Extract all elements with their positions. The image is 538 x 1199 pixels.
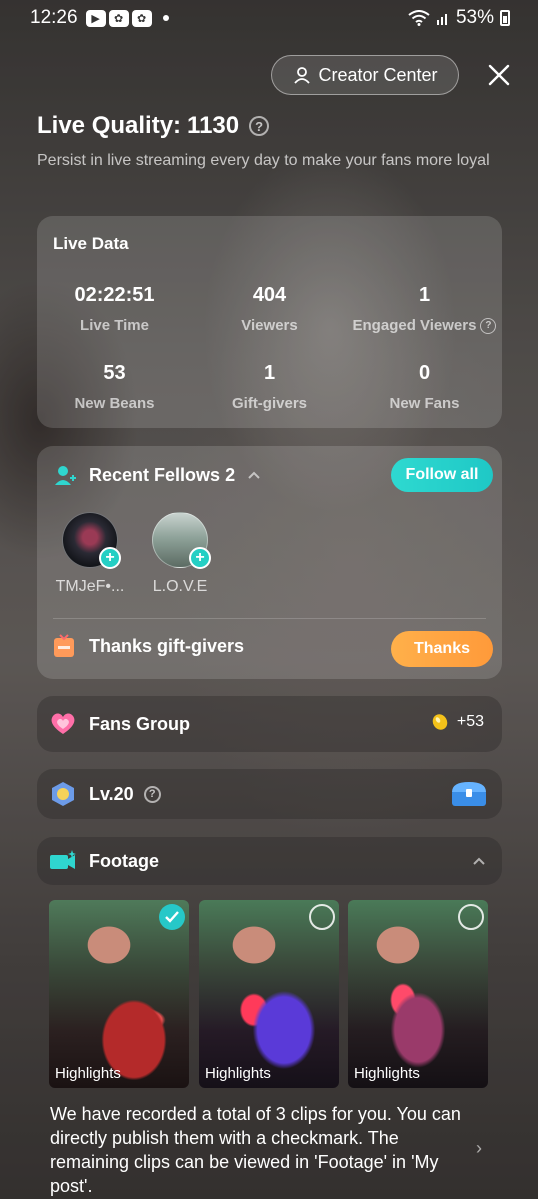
clip-thumbnail[interactable]: Highlights — [199, 900, 339, 1088]
signal-icon — [436, 14, 447, 25]
follow-plus-icon[interactable]: + — [189, 547, 211, 569]
divider — [53, 618, 486, 619]
status-bar: 12:26 ▶ ✿ ✿ 53% — [0, 0, 538, 36]
creator-center-button[interactable]: Creator Center — [271, 55, 459, 95]
follow-all-button[interactable]: Follow all — [391, 458, 493, 492]
stat-viewers: 404 Viewers — [241, 284, 298, 334]
stat-gift-givers: 1 Gift-givers — [231, 362, 307, 412]
fans-group-beans: +53 — [431, 713, 484, 731]
recent-fellows-label: Recent Fellows — [89, 464, 221, 485]
footage-clips: Highlights Highlights Highlights — [49, 900, 489, 1088]
clip-caption: Highlights — [354, 1065, 420, 1082]
fans-group-row[interactable]: Fans Group +53 — [37, 696, 502, 752]
recent-fellows-count: 2 — [225, 464, 236, 485]
battery-icon — [500, 10, 510, 26]
wifi-icon — [408, 10, 430, 26]
stat-engaged-viewers: 1 Engaged Viewers? — [347, 284, 502, 334]
video-camera-icon — [49, 847, 77, 875]
follow-plus-icon[interactable]: + — [99, 547, 121, 569]
chevron-up-icon[interactable] — [472, 856, 486, 866]
footage-note[interactable]: We have recorded a total of 3 clips for … — [50, 1102, 480, 1198]
status-time: 12:26 — [30, 7, 78, 28]
app-icon: ✿ — [108, 9, 129, 27]
live-quality-label: Live Quality: — [37, 112, 182, 139]
notification-dot-icon — [162, 15, 169, 21]
bean-coin-icon — [432, 714, 448, 730]
fans-group-label: Fans Group — [89, 713, 191, 734]
chevron-up-icon — [248, 471, 260, 479]
help-icon[interactable]: ? — [480, 317, 497, 334]
avatar[interactable]: + — [62, 512, 121, 569]
fans-heart-icon — [49, 710, 77, 738]
fellow-item[interactable]: + TMJeF•... — [50, 512, 130, 596]
recent-fellows-card: Recent Fellows 2 Follow all + TMJeF•... … — [37, 446, 502, 679]
stat-new-beans: 53 New Beans — [74, 362, 155, 412]
footage-label: Footage — [89, 850, 159, 871]
thanks-gift-givers-row: Thanks gift-givers — [53, 634, 244, 658]
help-icon[interactable]: ? — [143, 785, 161, 803]
headset-user-icon — [294, 67, 311, 84]
gift-card-icon — [54, 634, 74, 657]
level-row[interactable]: Lv.20 ? — [37, 769, 502, 819]
user-add-icon — [55, 466, 76, 485]
selected-check-icon[interactable] — [159, 904, 185, 930]
page-title: Live Quality: 1130 ? — [37, 112, 270, 140]
recent-fellows-header[interactable]: Recent Fellows 2 — [53, 463, 261, 487]
clip-thumbnail[interactable]: Highlights — [348, 900, 488, 1088]
stat-new-fans: 0 New Fans — [389, 362, 460, 412]
youtube-icon: ▶ — [85, 9, 106, 27]
unselected-circle-icon[interactable] — [309, 904, 335, 930]
creator-center-label: Creator Center — [318, 64, 438, 85]
battery-percent: 53% — [455, 7, 494, 28]
treasure-chest-icon[interactable] — [450, 780, 488, 808]
thanks-button[interactable]: Thanks — [391, 631, 493, 667]
stat-live-time: 02:22:51 Live Time — [74, 284, 155, 334]
clip-thumbnail[interactable]: Highlights — [49, 900, 189, 1088]
live-data-card: Live Data 02:22:51 Live Time 404 Viewers… — [37, 216, 502, 428]
clip-caption: Highlights — [55, 1065, 121, 1082]
chevron-right-icon[interactable]: › — [476, 1138, 482, 1159]
close-icon[interactable] — [484, 60, 514, 90]
level-badge-icon — [49, 780, 77, 808]
level-label: Lv.20 — [89, 783, 134, 804]
fellow-name: TMJeF•... — [55, 578, 125, 595]
clip-caption: Highlights — [205, 1065, 271, 1082]
unselected-circle-icon[interactable] — [458, 904, 484, 930]
live-data-heading: Live Data — [53, 234, 129, 253]
live-quality-value: 1130 — [187, 112, 240, 139]
fellow-name: L.O.V.E — [152, 578, 208, 595]
help-icon[interactable]: ? — [249, 116, 270, 136]
page-subtitle: Persist in live streaming every day to m… — [37, 152, 490, 169]
footage-header[interactable]: Footage — [37, 837, 502, 885]
avatar[interactable]: + — [152, 512, 211, 569]
thanks-gift-givers-label: Thanks gift-givers — [89, 635, 245, 656]
app-icon: ✿ — [131, 9, 152, 27]
fellow-item[interactable]: + L.O.V.E — [140, 512, 220, 596]
